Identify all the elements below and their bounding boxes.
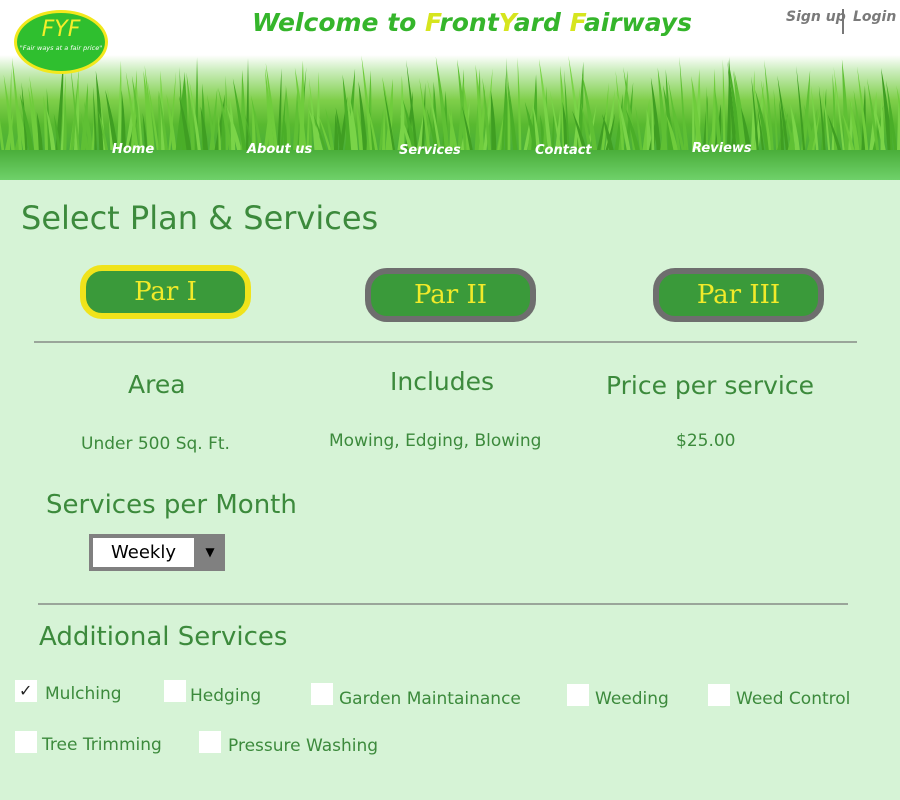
pressure-washing-checkbox[interactable] xyxy=(199,731,221,753)
includes-heading: Includes xyxy=(390,367,495,396)
nav-reviews[interactable]: Reviews xyxy=(692,141,752,156)
pressure-washing-label: Pressure Washing xyxy=(228,736,379,756)
logo[interactable]: FYF "Fair ways at a fair price" xyxy=(14,10,108,74)
mulching-label: Mulching xyxy=(45,684,122,704)
page-title: Select Plan & Services xyxy=(21,199,379,237)
weed-control-checkbox[interactable] xyxy=(708,684,730,706)
nav-home[interactable]: Home xyxy=(112,142,154,157)
price-value: $25.00 xyxy=(676,431,736,451)
plan-par-1-button[interactable]: Par I xyxy=(80,265,251,319)
weeding-label: Weeding xyxy=(595,689,669,709)
frequency-selected-value: Weekly xyxy=(93,538,194,567)
weed-control-label: Weed Control xyxy=(736,689,851,709)
login-link[interactable]: Login xyxy=(853,9,896,25)
hedging-checkbox[interactable] xyxy=(164,680,186,702)
grass-banner xyxy=(0,55,900,150)
divider xyxy=(38,603,848,605)
additional-services-heading: Additional Services xyxy=(39,622,288,652)
hedging-label: Hedging xyxy=(190,686,262,706)
welcome-title: Welcome to FrontYard Fairways xyxy=(252,8,692,37)
area-heading: Area xyxy=(128,370,186,399)
weeding-checkbox[interactable] xyxy=(567,684,589,706)
sign-up-link[interactable]: Sign up xyxy=(786,9,846,25)
includes-value: Mowing, Edging, Blowing xyxy=(329,431,542,451)
nav-services[interactable]: Services xyxy=(399,143,461,158)
nav-about-us[interactable]: About us xyxy=(247,142,312,157)
price-heading: Price per service xyxy=(606,371,814,400)
frequency-select[interactable]: Weekly ▼ xyxy=(89,534,225,571)
tree-trimming-checkbox[interactable] xyxy=(15,731,37,753)
garden-maintainance-checkbox[interactable] xyxy=(311,683,333,705)
divider xyxy=(34,341,857,343)
plan-par-2-button[interactable]: Par II xyxy=(365,268,536,322)
services-per-month-heading: Services per Month xyxy=(46,490,297,520)
garden-maintainance-label: Garden Maintainance xyxy=(339,689,521,709)
plan-par-3-button[interactable]: Par III xyxy=(653,268,824,322)
checkmark-icon: ✓ xyxy=(19,681,33,700)
logo-abbreviation: FYF xyxy=(41,17,81,42)
nav-contact[interactable]: Contact xyxy=(535,143,592,158)
area-value: Under 500 Sq. Ft. xyxy=(81,434,230,454)
logo-tagline: "Fair ways at a fair price" xyxy=(19,44,103,52)
mulching-checkbox[interactable]: ✓ xyxy=(15,680,37,702)
dropdown-arrow-icon[interactable]: ▼ xyxy=(199,538,221,567)
account-divider xyxy=(842,9,844,34)
tree-trimming-label: Tree Trimming xyxy=(42,735,162,755)
